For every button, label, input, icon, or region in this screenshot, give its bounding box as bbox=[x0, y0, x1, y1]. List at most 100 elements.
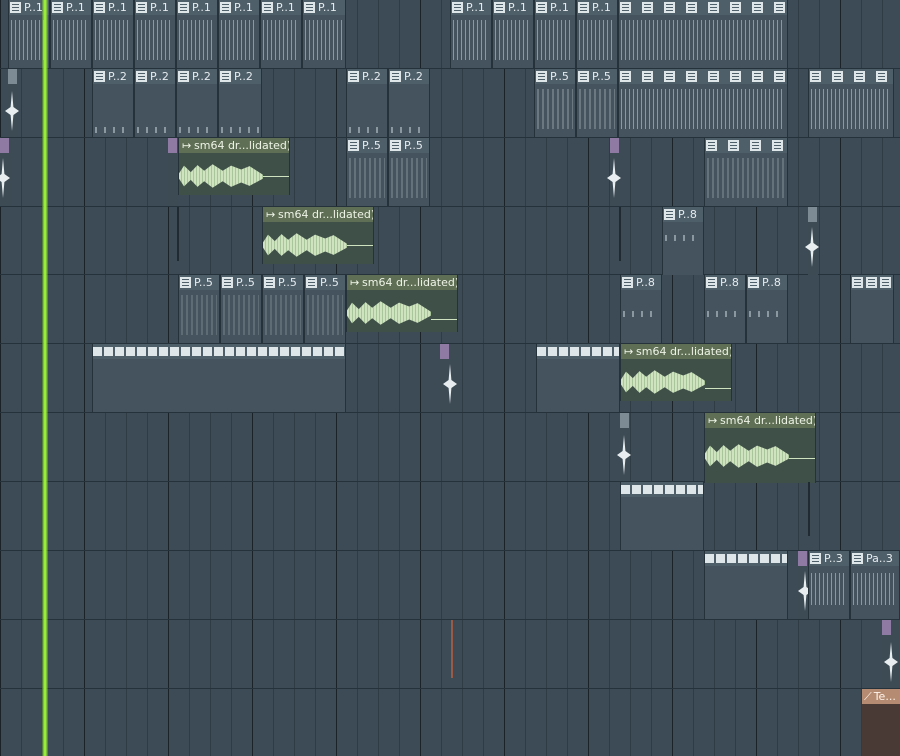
pattern-clip-header[interactable]: P..1 bbox=[93, 0, 133, 15]
pattern-clip-header[interactable]: P..1 bbox=[303, 0, 345, 15]
clip-handle[interactable] bbox=[8, 69, 17, 84]
pattern-clip-header[interactable]: P..3 bbox=[809, 551, 849, 566]
pattern-clip[interactable]: P..2 bbox=[218, 69, 262, 137]
pattern-clip-header[interactable]: P..5 bbox=[305, 275, 345, 290]
clip-handle[interactable] bbox=[620, 413, 629, 428]
pattern-clip[interactable]: P..3 bbox=[808, 551, 850, 619]
pattern-clip-header[interactable] bbox=[621, 482, 703, 497]
pattern-clip-group[interactable] bbox=[92, 344, 346, 412]
pattern-clip[interactable]: P..2 bbox=[176, 69, 218, 137]
audio-sample-clip[interactable] bbox=[607, 138, 621, 206]
pattern-clip-header[interactable]: P..2 bbox=[389, 69, 429, 84]
clip-handle[interactable] bbox=[0, 138, 9, 153]
pattern-clip[interactable]: P..1 bbox=[134, 0, 176, 68]
pattern-clip-header[interactable]: P..5 bbox=[347, 138, 387, 153]
pattern-clip-header[interactable]: P..1 bbox=[219, 0, 259, 15]
pattern-clip-header[interactable]: P..5 bbox=[577, 69, 617, 84]
pattern-clip-header[interactable] bbox=[705, 138, 787, 153]
pattern-clip-header[interactable]: P..5 bbox=[221, 275, 261, 290]
pattern-clip-header[interactable]: P..2 bbox=[135, 69, 175, 84]
audio-sample-clip[interactable] bbox=[440, 344, 460, 412]
audio-sample-clip[interactable] bbox=[0, 138, 12, 206]
pattern-clip-group[interactable] bbox=[620, 482, 704, 550]
automation-clip-header[interactable]: ⟋ Te... bbox=[862, 689, 900, 704]
pattern-clip-header[interactable]: P..1 bbox=[177, 0, 217, 15]
pattern-clip-header[interactable]: P..1 bbox=[51, 0, 91, 15]
pattern-clip-header[interactable]: P..2 bbox=[219, 69, 261, 84]
audio-clip[interactable]: ↦ sm64 dr...lidated) bbox=[178, 138, 290, 195]
pattern-clip-header[interactable] bbox=[851, 275, 893, 290]
pattern-clip-header[interactable]: P..1 bbox=[135, 0, 175, 15]
playhead[interactable] bbox=[42, 0, 48, 756]
audio-clip-header[interactable]: ↦ sm64 dr...lidated) bbox=[179, 138, 289, 153]
pattern-clip-group[interactable] bbox=[808, 69, 894, 137]
audio-clip-header[interactable]: ↦ sm64 dr...lidated) bbox=[347, 275, 457, 290]
pattern-clip[interactable]: P..8 bbox=[620, 275, 662, 343]
clip-handle[interactable] bbox=[882, 620, 891, 635]
pattern-clip-header[interactable]: P..1 bbox=[535, 0, 575, 15]
pattern-clip[interactable]: P..5 bbox=[220, 275, 262, 343]
pattern-clip[interactable]: P..1 bbox=[176, 0, 218, 68]
pattern-clip-header[interactable]: P..8 bbox=[705, 275, 745, 290]
audio-sample-clip[interactable] bbox=[617, 413, 631, 481]
pattern-clip[interactable]: P..2 bbox=[388, 69, 430, 137]
pattern-clip[interactable]: P..1 bbox=[92, 0, 134, 68]
pattern-clip-header[interactable]: P..8 bbox=[747, 275, 787, 290]
automation-clip[interactable]: ⟋ Te... bbox=[862, 689, 900, 756]
pattern-clip-header[interactable]: P..2 bbox=[347, 69, 387, 84]
pattern-clip-group[interactable] bbox=[536, 344, 620, 412]
pattern-clip-header[interactable]: P..1 bbox=[577, 0, 617, 15]
pattern-clip[interactable]: P..1 bbox=[576, 0, 618, 68]
pattern-clip-group[interactable] bbox=[618, 0, 788, 68]
audio-clip[interactable]: ↦ sm64 dr...lidated) bbox=[262, 207, 374, 264]
pattern-clip[interactable]: P..8 bbox=[746, 275, 788, 343]
pattern-clip-header[interactable]: P..2 bbox=[177, 69, 217, 84]
pattern-clip-group[interactable] bbox=[704, 551, 788, 619]
audio-sample-clip[interactable] bbox=[805, 207, 819, 275]
clip-handle[interactable] bbox=[610, 138, 619, 153]
clip-handle[interactable] bbox=[808, 207, 817, 222]
pattern-clip-group[interactable] bbox=[618, 69, 788, 137]
pattern-clip[interactable]: P..2 bbox=[346, 69, 388, 137]
pattern-clip[interactable]: P..5 bbox=[304, 275, 346, 343]
pattern-clip-header[interactable]: P..5 bbox=[389, 138, 429, 153]
pattern-clip-header[interactable]: P..1 bbox=[261, 0, 301, 15]
audio-sample-clip[interactable] bbox=[5, 69, 19, 137]
pattern-clip-header[interactable] bbox=[619, 0, 787, 15]
audio-sample-clip[interactable] bbox=[882, 620, 900, 688]
pattern-clip-header[interactable]: P..5 bbox=[535, 69, 575, 84]
pattern-clip[interactable]: P..1 bbox=[260, 0, 302, 68]
pattern-clip[interactable]: P..1 bbox=[450, 0, 492, 68]
audio-clip[interactable]: ↦ sm64 dr...lidated) bbox=[704, 413, 816, 483]
pattern-clip-header[interactable] bbox=[619, 69, 787, 84]
audio-clip-header[interactable]: ↦ sm64 dr...lidated) bbox=[263, 207, 373, 222]
pattern-clip[interactable]: P..5 bbox=[262, 275, 304, 343]
clip-handle[interactable] bbox=[440, 344, 449, 359]
audio-clip[interactable]: ↦ sm64 dr...lidated) bbox=[346, 275, 458, 332]
pattern-clip[interactable]: P..1 bbox=[218, 0, 260, 68]
pattern-clip-header[interactable]: P..8 bbox=[621, 275, 661, 290]
pattern-clip[interactable]: P..5 bbox=[576, 69, 618, 137]
audio-sample-clip[interactable] bbox=[168, 138, 178, 206]
pattern-clip-group[interactable] bbox=[704, 138, 788, 206]
pattern-clip[interactable]: P..8 bbox=[662, 207, 704, 275]
pattern-clip[interactable]: P..5 bbox=[178, 275, 220, 343]
pattern-clip-header[interactable] bbox=[705, 551, 787, 566]
pattern-clip-header[interactable]: P..1 bbox=[451, 0, 491, 15]
pattern-clip-header[interactable]: Pa..3 bbox=[851, 551, 899, 566]
pattern-clip-header[interactable]: P..8 bbox=[663, 207, 703, 222]
pattern-clip[interactable]: P..1 bbox=[302, 0, 346, 68]
pattern-clip[interactable]: P..5 bbox=[388, 138, 430, 206]
pattern-clip[interactable]: P..5 bbox=[346, 138, 388, 206]
audio-clip-header[interactable]: ↦ sm64 dr...lidated) bbox=[621, 344, 731, 359]
pattern-clip-header[interactable]: P..2 bbox=[93, 69, 133, 84]
pattern-clip-header[interactable] bbox=[537, 344, 619, 359]
pattern-clip[interactable]: P..2 bbox=[134, 69, 176, 137]
pattern-clip[interactable]: P..8 bbox=[704, 275, 746, 343]
pattern-clip[interactable]: P..5 bbox=[534, 69, 576, 137]
clip-handle[interactable] bbox=[168, 138, 177, 153]
pattern-clip[interactable]: Pa..3 bbox=[850, 551, 900, 619]
pattern-clip[interactable]: P..2 bbox=[92, 69, 134, 137]
pattern-clip-header[interactable] bbox=[809, 69, 893, 84]
pattern-clip-header[interactable] bbox=[93, 344, 345, 359]
